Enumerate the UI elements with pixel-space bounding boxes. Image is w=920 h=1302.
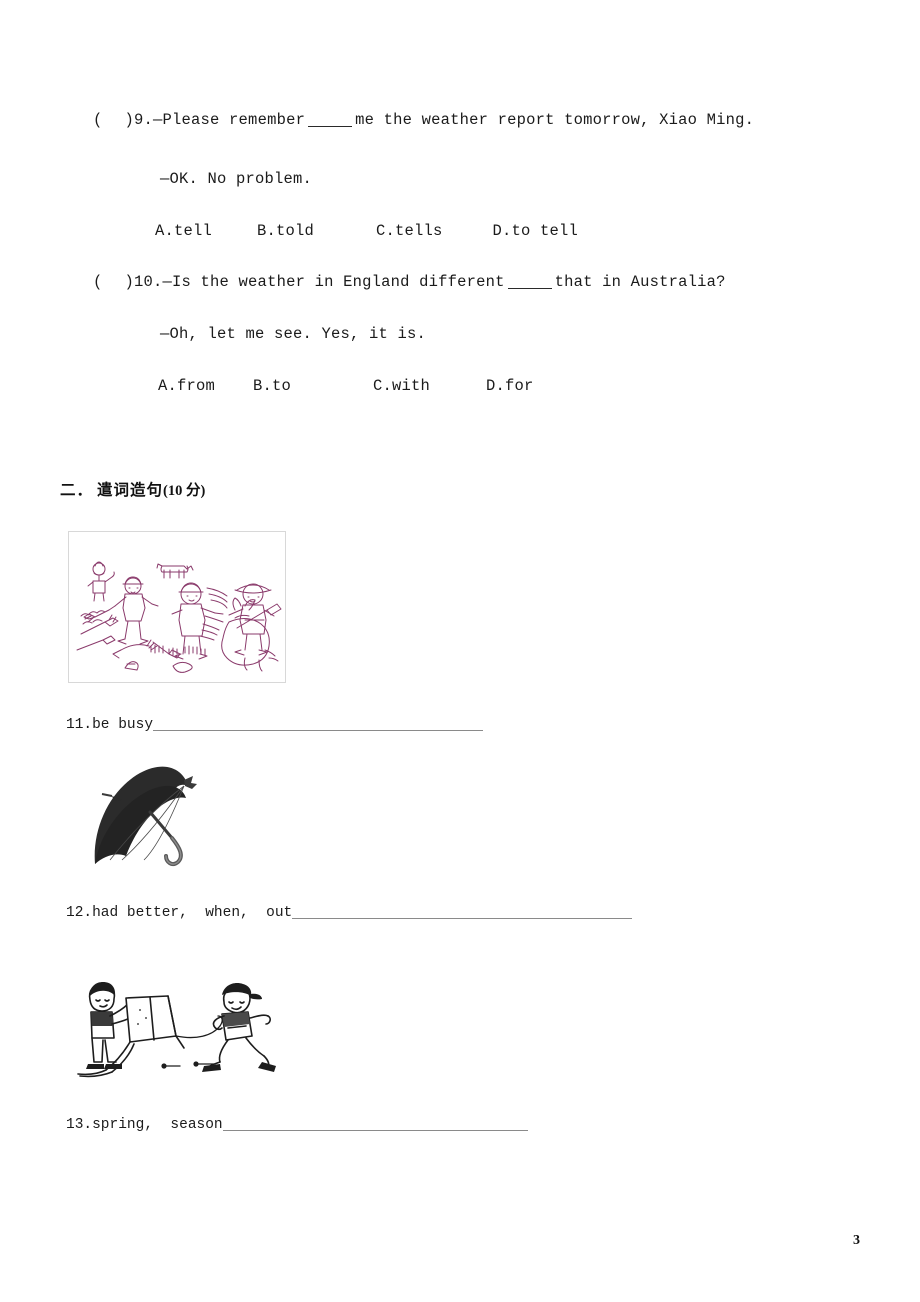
prompt-11-number: 11. (66, 717, 93, 733)
question-9-option-b[interactable]: B.told (257, 222, 314, 240)
prompt-13: 13.spring, season (66, 1118, 528, 1133)
question-10-stem: ()10.—Is the weather in England differen… (93, 273, 726, 291)
question-10-option-c[interactable]: C.with (373, 377, 430, 395)
question-9-option-c[interactable]: C.tells (376, 222, 443, 240)
question-9-marker-open: ( (93, 111, 103, 129)
farm-work-sketch-drawing (76, 561, 282, 673)
farm-work-sketch (68, 531, 286, 683)
prompt-13-number: 13. (66, 1117, 93, 1133)
question-9-number: 9. (134, 111, 154, 129)
exam-page: ()9.—Please remember me the weather repor… (0, 0, 920, 1302)
question-10-number: 10. (134, 273, 163, 291)
page-number: 3 (853, 1233, 860, 1248)
question-9-stem-after: me the weather report tomorrow, Xiao Min… (355, 111, 755, 129)
question-10-reply: —Oh, let me see. Yes, it is. (160, 325, 427, 343)
prompt-12-words: had better, when, out (92, 905, 293, 921)
question-10-marker-open: ( (93, 273, 103, 291)
prompt-12: 12.had better, when, out (66, 905, 633, 921)
umbrella-photo-drawing (94, 766, 197, 867)
prompt-11-words: be busy (92, 717, 154, 733)
question-9-blank[interactable] (308, 126, 353, 127)
question-9-option-d[interactable]: D.to tell (493, 222, 579, 240)
question-10-option-a[interactable]: A.from (158, 377, 215, 395)
question-9-stem: ()9.—Please remember me the weather repor… (93, 111, 755, 129)
question-9-options: A.tell B.told C.tells D.to tell (155, 222, 579, 240)
question-9-marker-close: ) (124, 111, 135, 129)
question-9-stem-before: —Please remember (153, 111, 306, 129)
question-10-marker-close: ) (124, 273, 135, 291)
section-title: 遣词造句 (97, 481, 164, 499)
question-9-reply: —OK. No problem. (160, 170, 313, 188)
prompt-12-answer-blank[interactable] (292, 907, 633, 919)
question-10-options: A.from B.to C.with D.for (158, 377, 534, 395)
kite-flying-sketch (72, 978, 284, 1080)
question-10-option-b[interactable]: B.to (253, 377, 291, 395)
question-10-stem-before: —Is the weather in England different (162, 273, 505, 291)
umbrella-photo (88, 760, 200, 878)
section-score: (10 分) (163, 483, 206, 499)
section-number: 二． (60, 481, 94, 499)
question-9-option-a[interactable]: A.tell (155, 222, 212, 240)
question-10-stem-after: that in Australia? (554, 273, 726, 291)
prompt-11: 11.be busy (66, 717, 484, 733)
kite-flying-sketch-drawing (77, 982, 276, 1078)
prompt-12-number: 12. (66, 905, 93, 921)
prompt-13-answer-blank[interactable] (222, 1119, 528, 1131)
prompt-11-answer-blank[interactable] (153, 719, 484, 731)
section-heading: 二． 遣词造句(10 分) (60, 478, 205, 500)
question-10-blank[interactable] (507, 288, 552, 289)
question-10-option-d[interactable]: D.for (486, 377, 534, 395)
prompt-13-words: spring, season (92, 1117, 223, 1133)
